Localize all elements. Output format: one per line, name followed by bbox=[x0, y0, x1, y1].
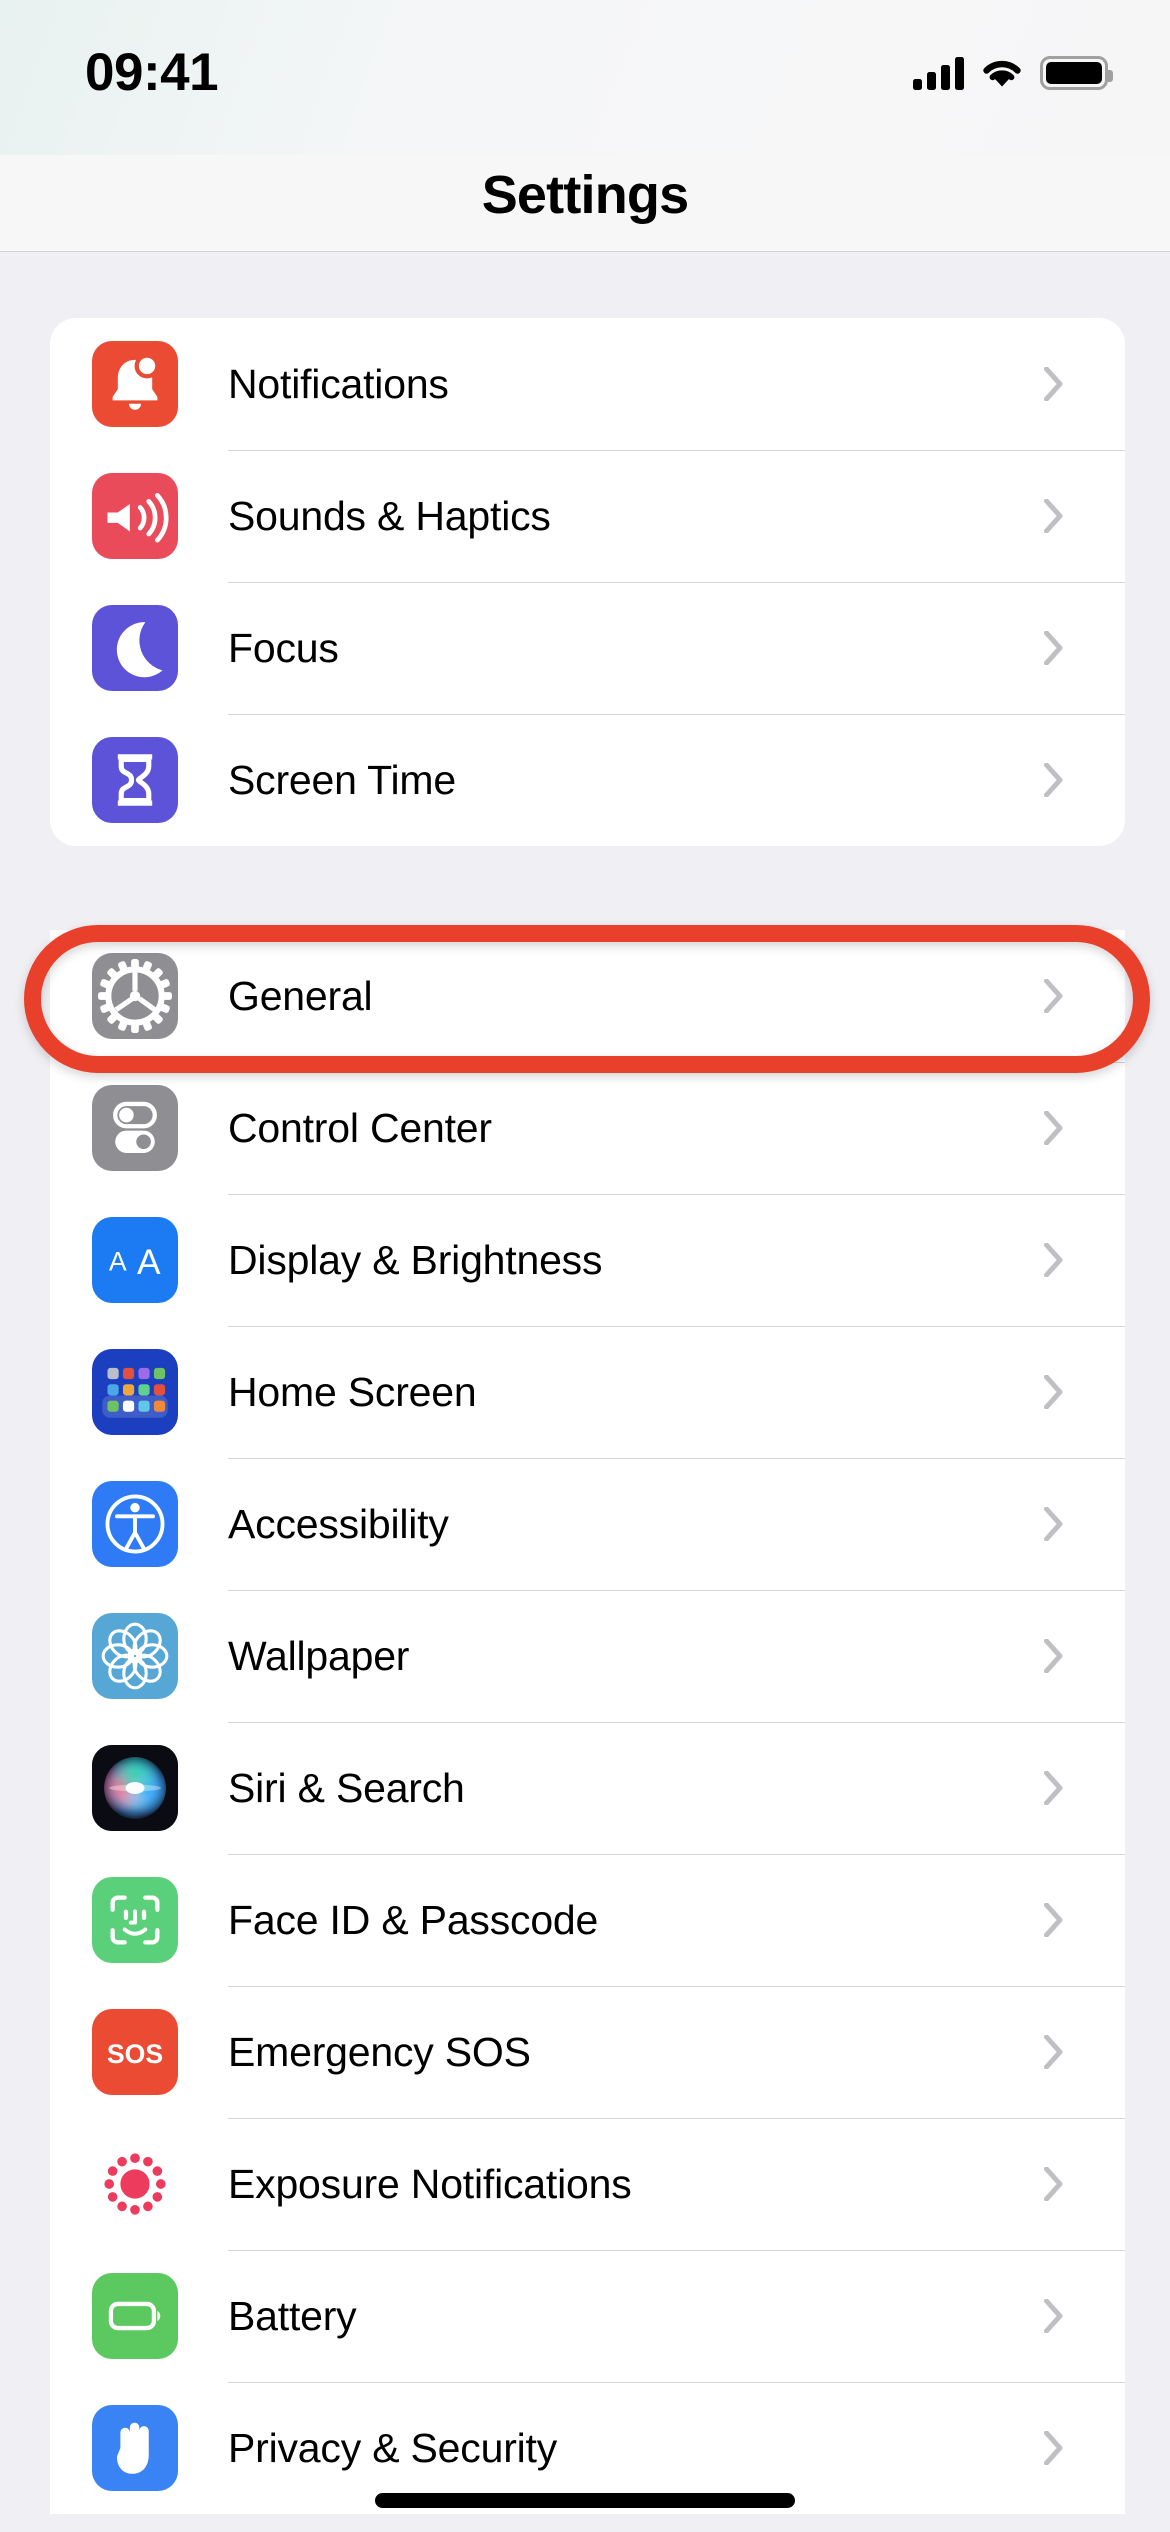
chevron-right-icon bbox=[1044, 1903, 1063, 1937]
gear-icon bbox=[92, 953, 178, 1039]
settings-row-label: Siri & Search bbox=[228, 1764, 465, 1811]
settings-row-notifications[interactable]: Notifications bbox=[50, 318, 1125, 450]
settings-row-battery[interactable]: Battery bbox=[50, 2250, 1125, 2382]
status-bar-clock: 09:41 bbox=[85, 43, 219, 102]
settings-row-label: Battery bbox=[228, 2292, 357, 2339]
chevron-right-icon bbox=[1044, 979, 1063, 1013]
exposure-dots-icon bbox=[92, 2141, 178, 2227]
settings-row-emergency-sos[interactable]: SOS Emergency SOS bbox=[50, 1986, 1125, 2118]
settings-row-label: Exposure Notifications bbox=[228, 2160, 632, 2207]
home-indicator-bar bbox=[375, 2493, 795, 2508]
settings-row-display-brightness[interactable]: A A Display & Brightness bbox=[50, 1194, 1125, 1326]
status-bar: 09:41 bbox=[0, 0, 1170, 155]
settings-group-1: Notifications Sounds & Haptics Focus Screen… bbox=[50, 318, 1125, 846]
settings-group-2: General Control Center A A Display & Brightn… bbox=[50, 930, 1125, 2514]
aa-text-size-icon: AA bbox=[92, 1217, 178, 1303]
page-title: Settings bbox=[481, 165, 689, 225]
settings-row-wallpaper[interactable]: Wallpaper bbox=[50, 1590, 1125, 1722]
raised-hand-icon bbox=[92, 2405, 178, 2491]
settings-row-label: Emergency SOS bbox=[228, 2028, 531, 2075]
svg-text:SOS: SOS bbox=[107, 2039, 163, 2069]
chevron-right-icon bbox=[1044, 1639, 1063, 1673]
settings-row-label: Sounds & Haptics bbox=[228, 492, 551, 539]
settings-row-label: General bbox=[228, 972, 373, 1019]
iphone-settings-screen: 09:41 Settings Notifications Sounds & Hap… bbox=[0, 0, 1170, 2532]
settings-row-general[interactable]: General bbox=[50, 930, 1125, 1062]
settings-row-label: Privacy & Security bbox=[228, 2424, 558, 2471]
settings-row-accessibility[interactable]: Accessibility bbox=[50, 1458, 1125, 1590]
chevron-right-icon bbox=[1044, 631, 1063, 665]
settings-row-label: Screen Time bbox=[228, 756, 456, 803]
flower-icon bbox=[92, 1613, 178, 1699]
chevron-right-icon bbox=[1044, 499, 1063, 533]
settings-row-home-screen[interactable]: Home Screen bbox=[50, 1326, 1125, 1458]
face-id-icon bbox=[92, 1877, 178, 1963]
battery-icon bbox=[92, 2273, 178, 2359]
status-bar-indicators bbox=[913, 48, 1113, 90]
settings-list[interactable]: Notifications Sounds & Haptics Focus Screen… bbox=[0, 253, 1170, 2532]
chevron-right-icon bbox=[1044, 1375, 1063, 1409]
settings-row-face-id-passcode[interactable]: Face ID & Passcode bbox=[50, 1854, 1125, 1986]
settings-row-label: Wallpaper bbox=[228, 1632, 410, 1679]
battery-full-icon bbox=[1040, 56, 1113, 90]
chevron-right-icon bbox=[1044, 1111, 1063, 1145]
settings-row-label: Home Screen bbox=[228, 1368, 477, 1415]
chevron-right-icon bbox=[1044, 367, 1063, 401]
chevron-right-icon bbox=[1044, 2299, 1063, 2333]
speaker-waves-icon bbox=[92, 473, 178, 559]
settings-row-label: Accessibility bbox=[228, 1500, 449, 1547]
chevron-right-icon bbox=[1044, 763, 1063, 797]
cellular-signal-icon bbox=[913, 56, 964, 90]
wifi-icon bbox=[980, 56, 1024, 90]
app-grid-icon bbox=[92, 1349, 178, 1435]
settings-row-control-center[interactable]: Control Center bbox=[50, 1062, 1125, 1194]
toggles-icon bbox=[92, 1085, 178, 1171]
settings-row-screen-time[interactable]: Screen Time bbox=[50, 714, 1125, 846]
navigation-bar: Settings bbox=[0, 155, 1170, 252]
settings-row-siri-search[interactable]: Siri & Search bbox=[50, 1722, 1125, 1854]
accessibility-icon bbox=[92, 1481, 178, 1567]
settings-row-exposure-notifications[interactable]: Exposure Notifications bbox=[50, 2118, 1125, 2250]
chevron-right-icon bbox=[1044, 2431, 1063, 2465]
svg-text:A: A bbox=[109, 1246, 127, 1276]
siri-orb-icon bbox=[92, 1745, 178, 1831]
chevron-right-icon bbox=[1044, 2035, 1063, 2069]
settings-row-sounds-haptics[interactable]: Sounds & Haptics bbox=[50, 450, 1125, 582]
hourglass-icon bbox=[92, 737, 178, 823]
settings-row-label: Focus bbox=[228, 624, 339, 671]
chevron-right-icon bbox=[1044, 1243, 1063, 1277]
chevron-right-icon bbox=[1044, 1507, 1063, 1541]
svg-text:A: A bbox=[137, 1243, 161, 1282]
settings-row-focus[interactable]: Focus bbox=[50, 582, 1125, 714]
chevron-right-icon bbox=[1044, 2167, 1063, 2201]
settings-row-label: Display & Brightness bbox=[228, 1236, 603, 1283]
sos-icon: SOS bbox=[92, 2009, 178, 2095]
settings-row-label: Notifications bbox=[228, 360, 449, 407]
settings-row-label: Face ID & Passcode bbox=[228, 1896, 599, 1943]
moon-icon bbox=[92, 605, 178, 691]
chevron-right-icon bbox=[1044, 1771, 1063, 1805]
bell-badge-icon bbox=[92, 341, 178, 427]
settings-row-label: Control Center bbox=[228, 1104, 492, 1151]
